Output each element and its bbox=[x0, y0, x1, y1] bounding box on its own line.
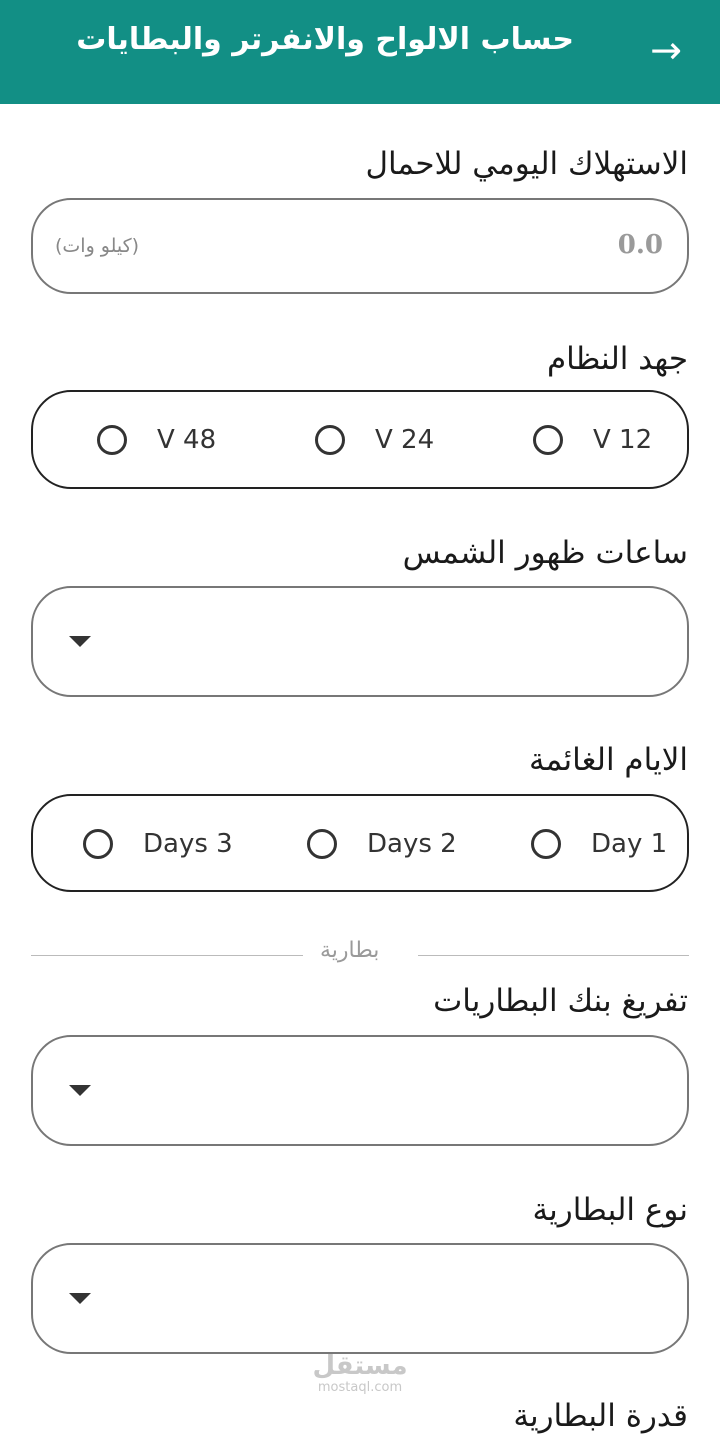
app-bar: حساب الالواح والانفرتر والبطايات → bbox=[0, 0, 720, 104]
cloudy-option-2-days[interactable]: Days 2 bbox=[307, 796, 457, 892]
daily-consumption-label: الاستهلاك اليومي للاحمال bbox=[365, 146, 688, 182]
arrow-right-icon[interactable]: → bbox=[642, 26, 690, 74]
battery-discharge-dropdown[interactable] bbox=[31, 1035, 689, 1146]
radio-circle-icon[interactable] bbox=[307, 829, 337, 859]
cloudy-option-3-days[interactable]: Days 3 bbox=[83, 796, 233, 892]
voltage-option-48v[interactable]: V 48 bbox=[97, 392, 216, 488]
system-voltage-radio-group: V 48 V 24 V 12 bbox=[31, 390, 689, 489]
dropdown-arrow-icon[interactable] bbox=[69, 1293, 91, 1304]
voltage-option-label: V 24 bbox=[375, 425, 435, 455]
section-divider-left bbox=[31, 955, 303, 956]
page-title: حساب الالواح والانفرتر والبطايات bbox=[76, 22, 574, 57]
watermark-main-text: مستقل bbox=[312, 1351, 408, 1381]
voltage-option-24v[interactable]: V 24 bbox=[315, 392, 434, 488]
voltage-option-label: V 48 bbox=[157, 425, 217, 455]
radio-circle-icon[interactable] bbox=[315, 425, 345, 455]
watermark-url: mostaql.com bbox=[317, 1380, 403, 1395]
dropdown-arrow-icon[interactable] bbox=[69, 636, 91, 647]
battery-type-label: نوع البطارية bbox=[532, 1192, 689, 1228]
watermark-logo: مستقل mostaql.com bbox=[312, 1352, 408, 1396]
cloudy-option-1-day[interactable]: Day 1 bbox=[531, 796, 667, 892]
battery-type-dropdown[interactable] bbox=[31, 1243, 689, 1354]
cloudy-days-label: الايام الغائمة bbox=[528, 742, 688, 778]
sun-hours-label: ساعات ظهور الشمس bbox=[402, 535, 688, 571]
section-divider-right bbox=[418, 955, 689, 956]
sun-hours-dropdown[interactable] bbox=[31, 586, 689, 697]
battery-discharge-label: تفريغ بنك البطاريات bbox=[433, 983, 688, 1019]
cloudy-option-label: Days 3 bbox=[143, 829, 233, 859]
cloudy-option-label: Day 1 bbox=[591, 829, 668, 859]
system-voltage-label: جهد النظام bbox=[546, 341, 688, 377]
battery-section-label: بطارية bbox=[320, 938, 380, 963]
radio-circle-icon[interactable] bbox=[533, 425, 563, 455]
daily-consumption-value[interactable]: 0.0 bbox=[618, 230, 663, 260]
voltage-option-12v[interactable]: V 12 bbox=[533, 392, 652, 488]
radio-circle-icon[interactable] bbox=[531, 829, 561, 859]
battery-capacity-label: قدرة البطارية bbox=[513, 1398, 688, 1434]
voltage-option-label: V 12 bbox=[593, 425, 653, 455]
daily-consumption-input[interactable]: 0.0 (كيلو وات) bbox=[31, 198, 689, 294]
dropdown-arrow-icon[interactable] bbox=[69, 1085, 91, 1096]
radio-circle-icon[interactable] bbox=[97, 425, 127, 455]
radio-circle-icon[interactable] bbox=[83, 829, 113, 859]
cloudy-option-label: Days 2 bbox=[367, 829, 457, 859]
unit-suffix: (كيلو وات) bbox=[55, 235, 140, 257]
cloudy-days-radio-group: Days 3 Days 2 Day 1 bbox=[31, 794, 689, 892]
